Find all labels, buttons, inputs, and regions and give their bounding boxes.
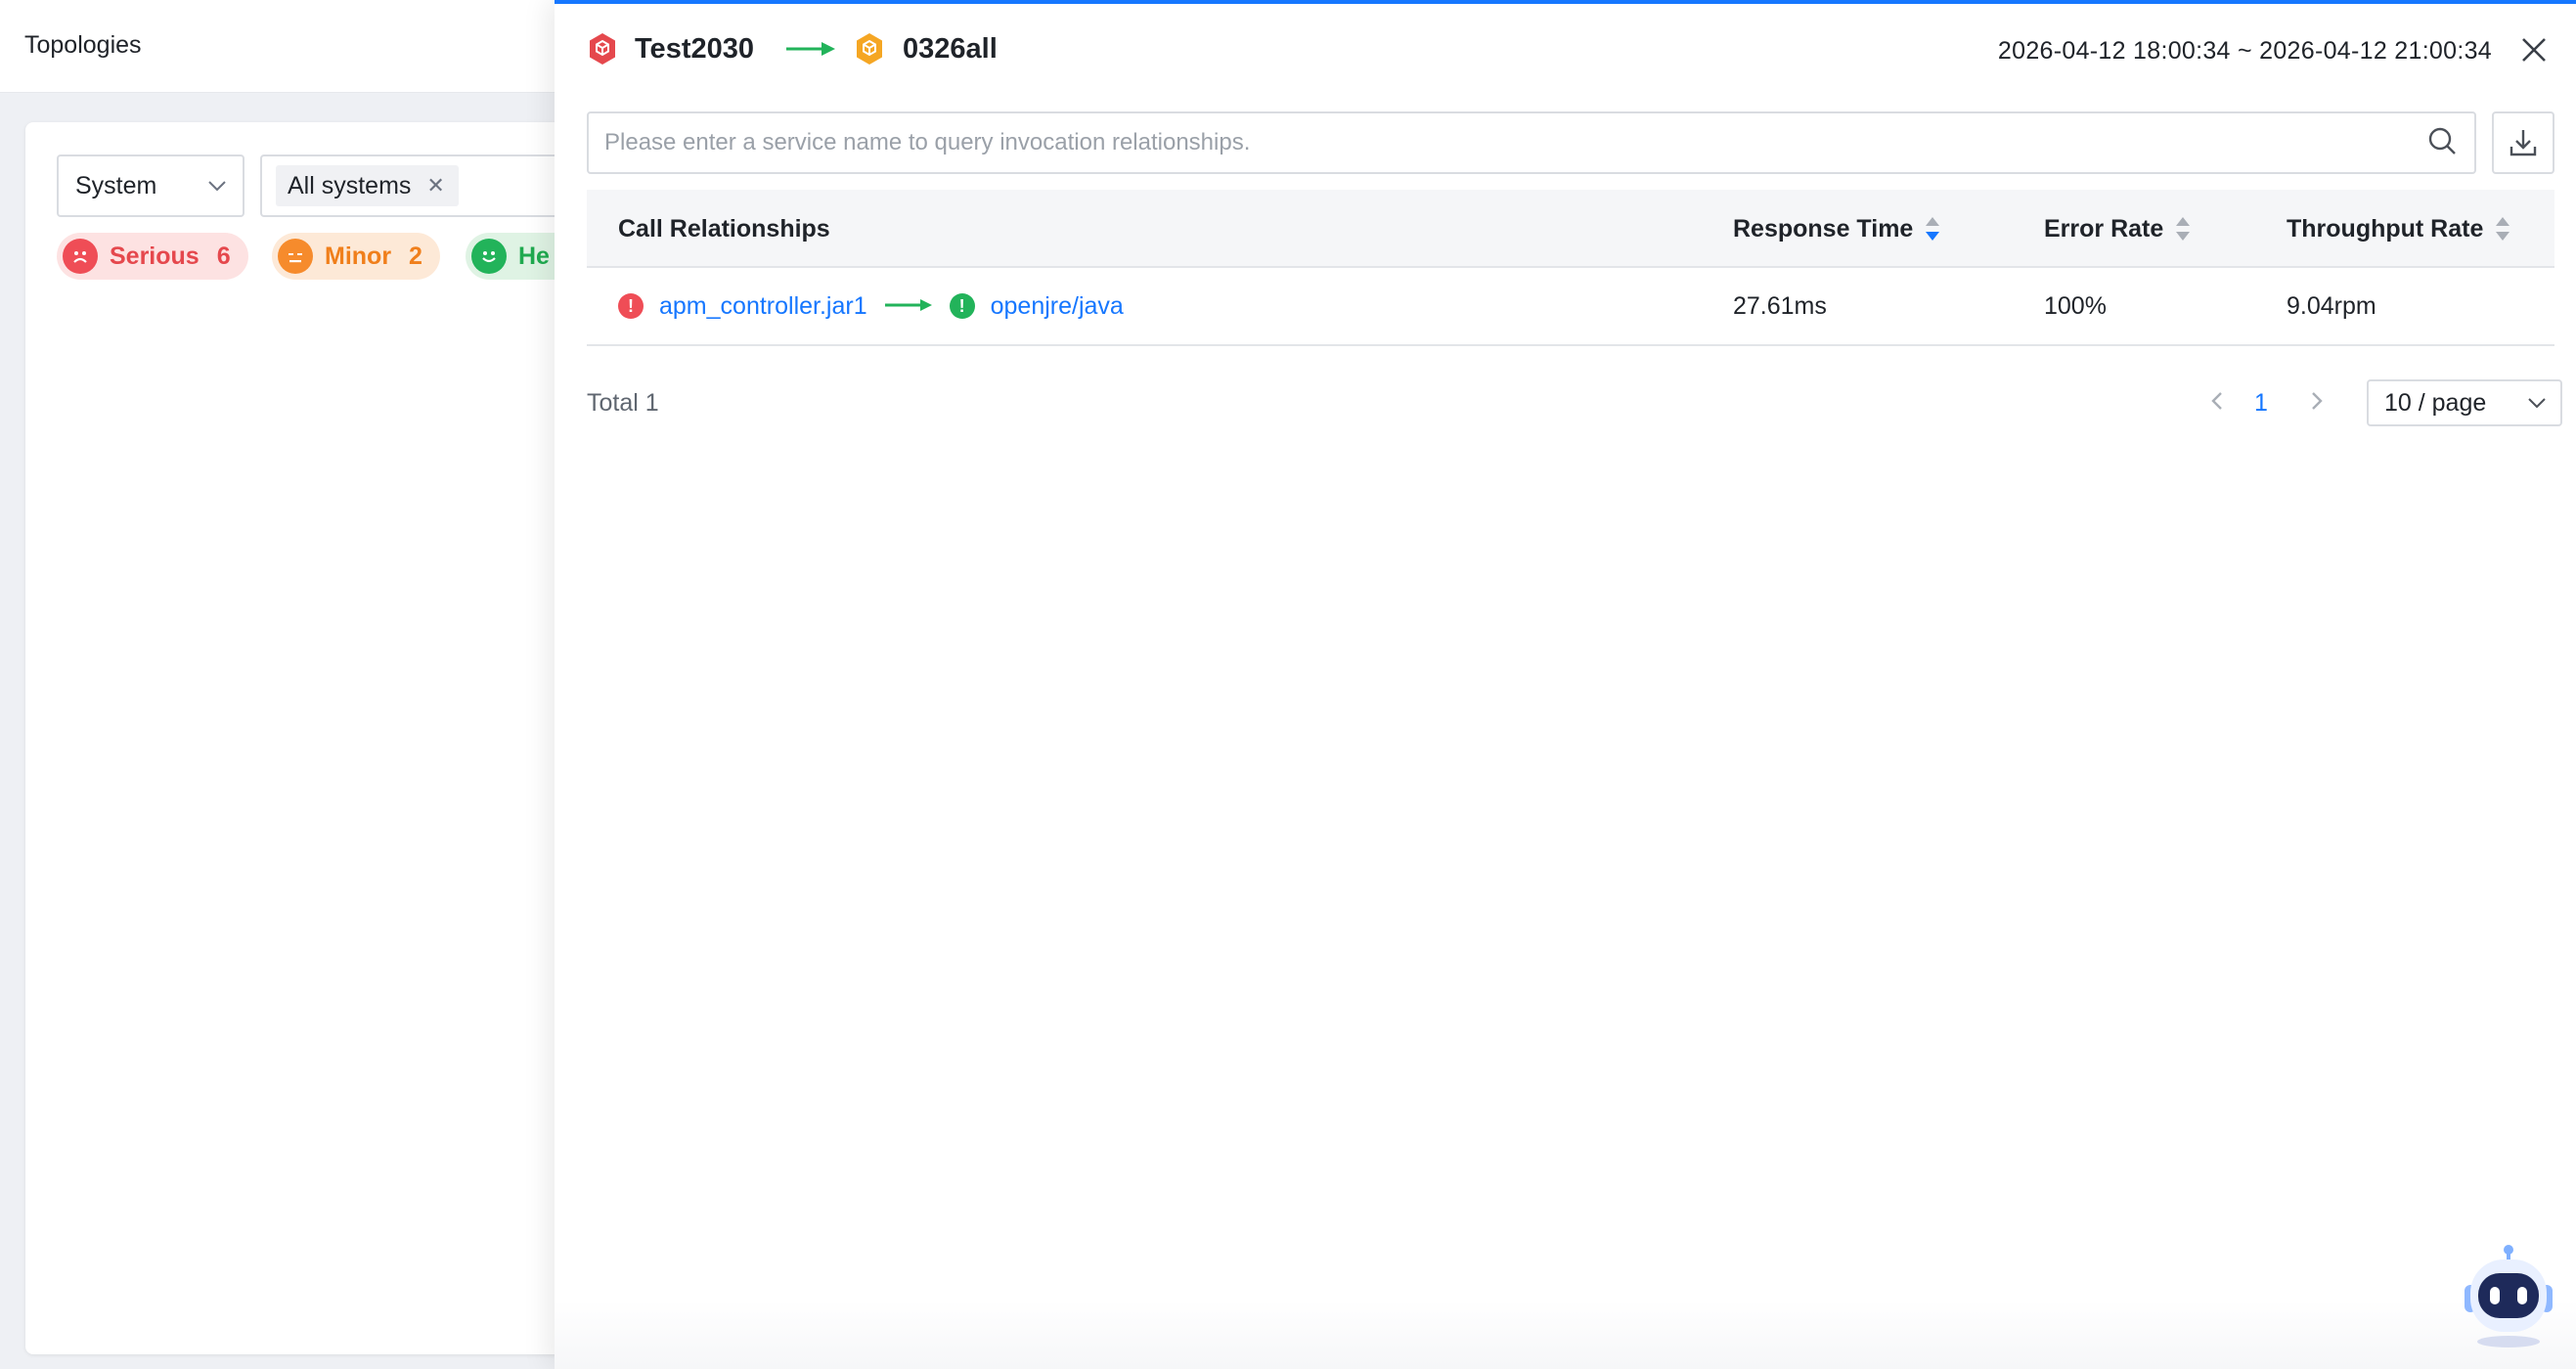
close-drawer-button[interactable] xyxy=(2517,33,2551,66)
close-icon[interactable]: ✕ xyxy=(426,175,444,197)
smile-face-icon xyxy=(471,239,507,274)
status-count: 6 xyxy=(216,242,231,270)
target-service-link[interactable]: openjre/java xyxy=(991,292,1124,321)
sad-face-icon xyxy=(63,239,98,274)
chevron-right-icon xyxy=(2312,392,2323,410)
system-node-icon xyxy=(854,31,885,66)
assistant-robot-icon[interactable] xyxy=(2457,1244,2560,1349)
arrow-right-icon xyxy=(883,292,934,321)
source-node-name: Test2030 xyxy=(635,33,754,65)
download-icon xyxy=(2509,130,2537,156)
column-label: Error Rate xyxy=(2044,214,2164,243)
table-row: ! apm_controller.jar1 ! openjre/java 27.… xyxy=(587,268,2554,346)
arrow-right-icon xyxy=(784,39,837,64)
source-service-link[interactable]: apm_controller.jar1 xyxy=(659,292,867,321)
chevron-down-icon xyxy=(207,180,227,192)
col-call-relationships: Call Relationships xyxy=(618,190,830,268)
system-node-icon xyxy=(587,31,618,66)
close-icon xyxy=(2522,38,2546,62)
sort-icon[interactable] xyxy=(2495,216,2510,242)
status-filter-minor[interactable]: Minor 2 xyxy=(272,233,440,280)
download-button[interactable] xyxy=(2492,111,2554,174)
status-label: Minor xyxy=(325,242,392,270)
error-rate-cell: 100% xyxy=(2044,291,2107,320)
tag-all-systems: All systems ✕ xyxy=(276,165,459,206)
dimension-select[interactable]: System xyxy=(57,155,244,217)
page-size-select[interactable]: 10 / page xyxy=(2367,379,2562,426)
sort-icon[interactable] xyxy=(1925,216,1940,242)
drawer-header: Test2030 0326all 2026-04-12 18:00:34 ~ 2… xyxy=(555,4,2576,98)
search-icon[interactable] xyxy=(2427,126,2457,160)
target-node-name: 0326all xyxy=(903,33,998,65)
page-number-current[interactable]: 1 xyxy=(2254,389,2268,418)
column-label: Call Relationships xyxy=(618,214,830,243)
neutral-face-icon xyxy=(278,239,313,274)
column-label: Response Time xyxy=(1733,214,1914,243)
throughput-rate-cell: 9.04rpm xyxy=(2287,291,2376,320)
col-response-time[interactable]: Response Time xyxy=(1733,190,1940,268)
col-throughput-rate[interactable]: Throughput Rate xyxy=(2287,190,2510,268)
sort-icon[interactable] xyxy=(2175,216,2191,242)
page-title: Topologies xyxy=(24,31,142,59)
dimension-select-value: System xyxy=(75,171,157,199)
response-time-cell: 27.61ms xyxy=(1733,291,1827,320)
status-count: 2 xyxy=(409,242,422,270)
service-search-input[interactable] xyxy=(604,129,2427,156)
col-error-rate[interactable]: Error Rate xyxy=(2044,190,2191,268)
topology-card xyxy=(25,122,632,1354)
call-relationship-table: Call Relationships Response Time Error R… xyxy=(587,190,2554,346)
service-search xyxy=(587,111,2476,174)
status-label: He xyxy=(518,242,550,270)
page-size-value: 10 / page xyxy=(2384,388,2487,417)
tag-label: All systems xyxy=(288,171,412,199)
prev-page-button[interactable] xyxy=(2198,381,2237,420)
next-page-button[interactable] xyxy=(2297,381,2336,425)
error-status-icon: ! xyxy=(618,293,644,319)
time-range: 2026-04-12 18:00:34 ~ 2026-04-12 21:00:3… xyxy=(1997,37,2492,65)
chevron-left-icon xyxy=(2211,392,2222,410)
call-relationship-cell: ! apm_controller.jar1 ! openjre/java xyxy=(618,268,1124,344)
call-relationship-drawer: Test2030 0326all 2026-04-12 18:00:34 ~ 2… xyxy=(555,0,2576,1369)
table-header: Call Relationships Response Time Error R… xyxy=(587,190,2554,268)
status-label: Serious xyxy=(110,242,200,270)
column-label: Throughput Rate xyxy=(2287,214,2484,243)
ok-status-icon: ! xyxy=(949,293,975,319)
total-count: Total 1 xyxy=(587,389,659,417)
status-filter-serious[interactable]: Serious 6 xyxy=(57,233,248,280)
chevron-down-icon xyxy=(2527,397,2547,409)
